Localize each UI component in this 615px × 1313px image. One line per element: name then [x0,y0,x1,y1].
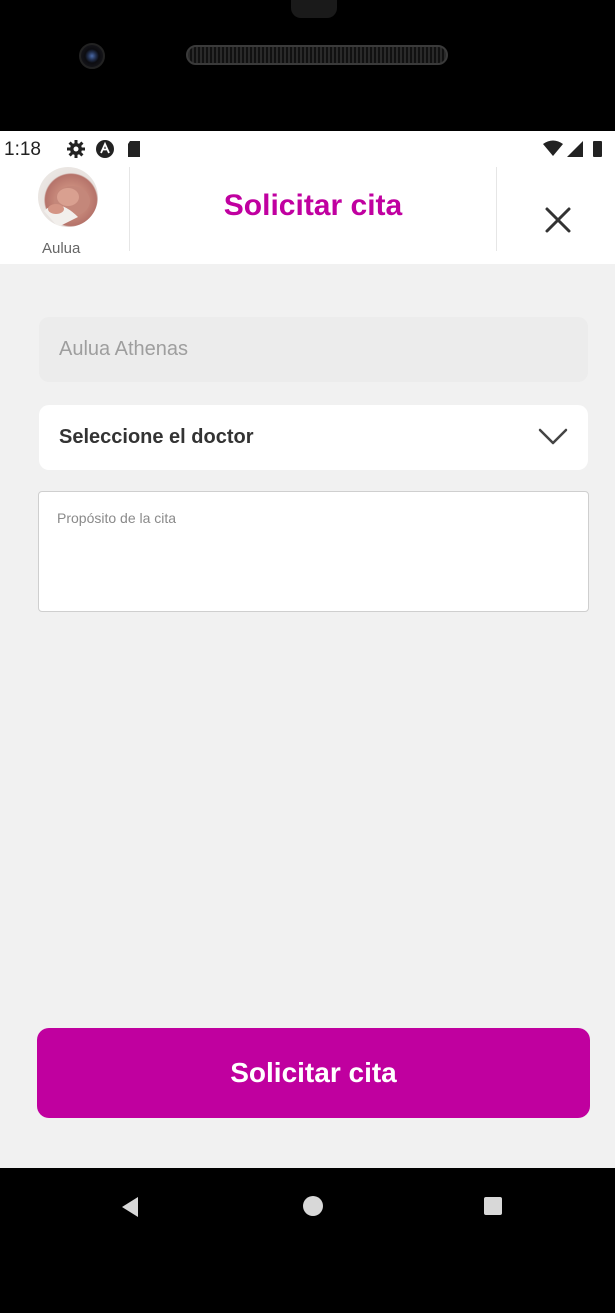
sd-card-icon [128,141,140,157]
device-notch [291,0,337,18]
battery-icon [593,141,602,157]
close-button[interactable] [538,200,578,240]
earpiece-speaker [186,45,448,65]
wifi-icon [543,140,563,156]
doctor-select-label: Seleccione el doctor [59,426,254,448]
close-icon [545,207,571,233]
doctor-select[interactable]: Seleccione el doctor [39,405,588,470]
patient-name-field: Aulua Athenas [39,317,588,382]
gear-icon [67,140,85,158]
recents-icon[interactable] [484,1197,502,1215]
device-top-bezel [0,0,615,131]
header-divider-right [496,167,497,251]
home-icon[interactable] [303,1196,323,1216]
system-nav-bar [0,1168,615,1313]
front-camera [79,43,105,69]
purpose-textarea[interactable] [38,491,589,612]
signal-icon [567,141,583,157]
page-title: Solicitar cita [223,189,403,222]
profile-name: Aulua [42,240,81,257]
form-area: Aulua Athenas Seleccione el doctor Solic… [0,264,615,1168]
back-icon[interactable] [120,1196,140,1218]
status-bar: 1:18 [0,131,615,167]
baby-photo [44,186,90,227]
avatar[interactable] [38,167,98,227]
submit-appointment-button[interactable]: Solicitar cita [37,1028,590,1118]
status-time: 1:18 [4,139,41,160]
status-right-icons [543,140,602,157]
notification-a-icon [96,140,114,158]
chevron-down-icon [538,428,568,445]
app-header: Aulua Solicitar cita [0,167,615,264]
